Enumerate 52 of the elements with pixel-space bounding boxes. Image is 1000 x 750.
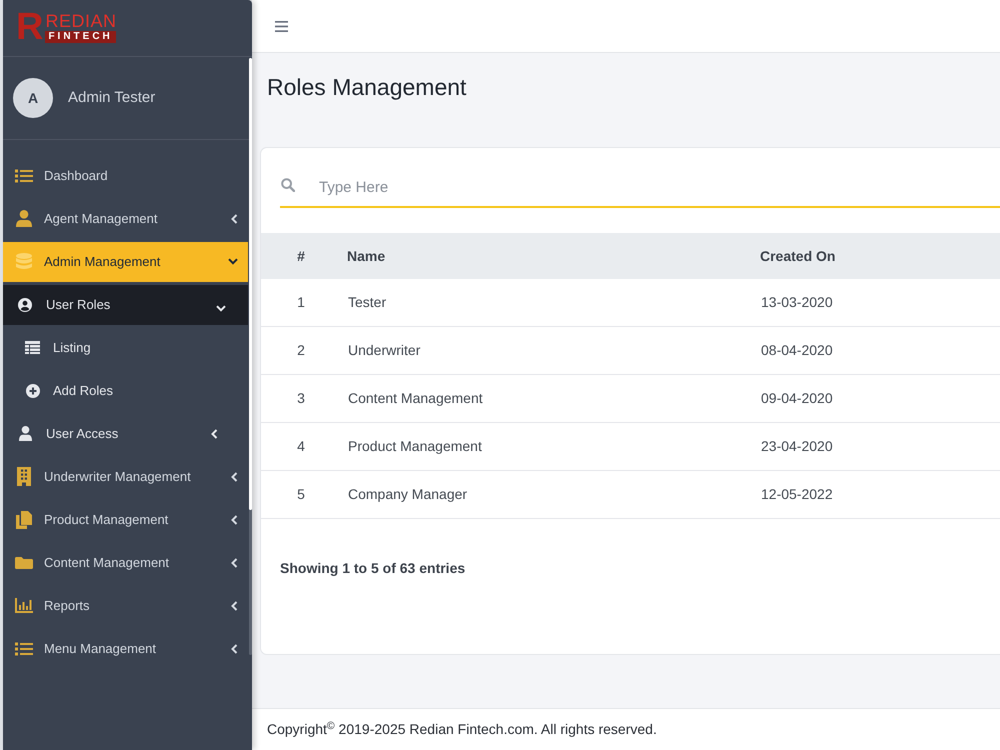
user-avatar: A — [13, 78, 53, 118]
table-cell: 23-04-2020 — [761, 438, 833, 454]
bar-chart-icon — [15, 598, 33, 613]
table-cell: 08-04-2020 — [761, 342, 833, 358]
database-icon — [16, 253, 32, 270]
table-cell: 09-04-2020 — [761, 390, 833, 406]
table-cell: 3 — [297, 390, 305, 406]
sidebar-item[interactable]: Listing — [3, 328, 248, 368]
table-cell: 4 — [297, 438, 305, 454]
sidebar-item[interactable]: Add Roles — [3, 370, 248, 410]
table-cell: Company Manager — [348, 486, 468, 502]
sidebar-item[interactable]: Reports — [3, 586, 248, 626]
column-header: Name — [347, 248, 386, 264]
search-field[interactable]: Type Here — [319, 168, 1000, 206]
table-cell: 1 — [297, 294, 305, 310]
sidebar-item[interactable]: Admin Management — [3, 242, 248, 282]
logo-name: REDIAN — [45, 13, 116, 30]
table-cell: Tester — [348, 294, 386, 310]
list-icon — [15, 168, 33, 182]
table-cell: 2 — [297, 342, 305, 358]
copy-icon — [16, 510, 32, 528]
sidebar-item[interactable]: Agent Management — [3, 198, 248, 238]
sidebar-item[interactable]: Dashboard — [3, 156, 248, 196]
user-icon — [18, 426, 32, 441]
building-icon — [17, 467, 31, 486]
logo-mark: R — [16, 11, 44, 43]
table-cell: 12-05-2022 — [761, 486, 833, 502]
sidebar-item[interactable]: User Access — [3, 414, 248, 454]
column-header: # — [297, 248, 305, 264]
menu-icon[interactable] — [275, 20, 288, 32]
entries-summary: Showing 1 to 5 of 63 entries — [280, 559, 466, 578]
user-name: Admin Tester — [68, 88, 156, 108]
sidebar-item[interactable]: Product Management — [3, 500, 248, 540]
table-cell: Underwriter — [348, 342, 420, 358]
user-icon — [16, 210, 32, 227]
scrollbar-thumb[interactable] — [249, 58, 252, 510]
copyright-text: Copyright$^{©}$ 2019-2025 Redian Fintech.com. All rights reserved. — [267, 719, 657, 739]
sidebar-item[interactable]: Content Management — [3, 542, 248, 582]
logo-tagline: FINTECH — [45, 31, 116, 43]
sidebar-item[interactable]: Underwriter Management — [3, 456, 248, 496]
sidebar-item[interactable]: User Roles — [3, 284, 248, 324]
sidebar-item[interactable]: Menu Management — [3, 628, 248, 668]
table-cell: Content Management — [348, 390, 483, 406]
table-cell: 13-03-2020 — [761, 294, 833, 310]
list-icon — [15, 642, 33, 656]
search-icon — [281, 178, 295, 192]
table-icon — [25, 341, 40, 354]
table-cell: Product Management — [348, 438, 482, 454]
table-cell: 5 — [297, 486, 305, 502]
column-header: Created On — [760, 248, 836, 264]
folder-icon — [15, 556, 33, 568]
page-title: Roles Management — [267, 73, 466, 102]
